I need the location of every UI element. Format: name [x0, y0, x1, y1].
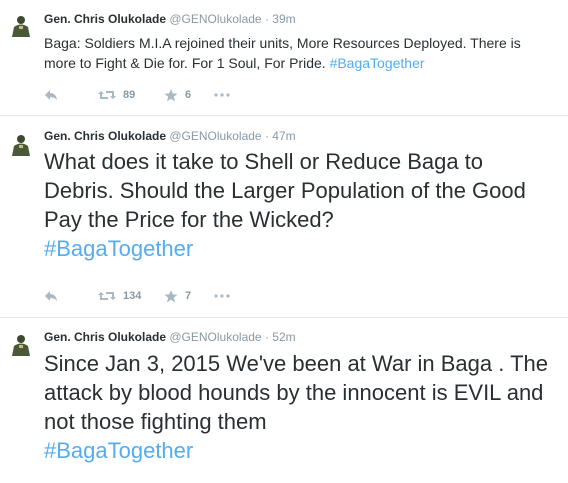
favorite-button[interactable]: 7 — [164, 288, 191, 304]
tweet-text: What does it take to Shell or Reduce Bag… — [44, 147, 554, 263]
separator: · — [264, 129, 269, 143]
reply-icon[interactable] — [44, 87, 58, 103]
tweet[interactable]: Gen. Chris Olukolade @GENOlukolade · 47m… — [0, 116, 568, 318]
more-icon[interactable] — [214, 87, 230, 103]
timestamp[interactable]: 52m — [272, 330, 295, 344]
avatar[interactable] — [10, 332, 32, 356]
tweet-body: Baga: Soldiers M.I.A rejoined their unit… — [44, 35, 521, 71]
avatar[interactable] — [10, 13, 32, 37]
tweet-body: What does it take to Shell or Reduce Bag… — [44, 149, 526, 232]
separator: · — [264, 12, 269, 26]
favorite-icon — [164, 289, 178, 302]
reply-icon[interactable] — [44, 288, 58, 304]
separator: · — [264, 330, 269, 344]
author-handle[interactable]: @GENOlukolade — [169, 12, 261, 26]
favorite-count: 6 — [185, 89, 192, 101]
favorite-button[interactable]: 6 — [164, 87, 191, 103]
author-name[interactable]: Gen. Chris Olukolade — [44, 330, 166, 344]
timestamp[interactable]: 39m — [272, 12, 295, 26]
tweet[interactable]: Gen. Chris Olukolade @GENOlukolade · 39m… — [0, 0, 568, 116]
author-name[interactable]: Gen. Chris Olukolade — [44, 12, 166, 26]
author-handle[interactable]: @GENOlukolade — [169, 330, 261, 344]
more-icon[interactable] — [214, 288, 230, 304]
timestamp[interactable]: 47m — [272, 129, 295, 143]
retweet-icon — [98, 292, 116, 300]
author-handle[interactable]: @GENOlukolade — [169, 129, 261, 143]
tweet-text: Baga: Soldiers M.I.A rejoined their unit… — [44, 33, 556, 73]
hashtag-link[interactable]: #BagaTogether — [330, 55, 425, 71]
retweet-icon — [98, 91, 116, 99]
favorite-icon — [164, 88, 178, 101]
favorite-count: 7 — [185, 290, 192, 302]
hashtag-link[interactable]: #BagaTogether — [44, 438, 193, 463]
tweet-header: Gen. Chris Olukolade @GENOlukolade · 39m — [44, 12, 296, 26]
retweet-button[interactable]: 134 — [98, 288, 141, 304]
hashtag-link[interactable]: #BagaTogether — [44, 236, 193, 261]
tweet[interactable]: Gen. Chris Olukolade @GENOlukolade · 52m… — [0, 318, 568, 483]
retweet-count: 134 — [123, 290, 142, 302]
retweet-count: 89 — [123, 89, 136, 101]
tweet-header: Gen. Chris Olukolade @GENOlukolade · 52m — [44, 330, 296, 344]
avatar[interactable] — [10, 132, 32, 156]
tweet-header: Gen. Chris Olukolade @GENOlukolade · 47m — [44, 129, 296, 143]
author-name[interactable]: Gen. Chris Olukolade — [44, 129, 166, 143]
tweet-body: Since Jan 3, 2015 We've been at War in B… — [44, 351, 548, 434]
tweet-text: Since Jan 3, 2015 We've been at War in B… — [44, 349, 549, 465]
retweet-button[interactable]: 89 — [98, 87, 135, 103]
